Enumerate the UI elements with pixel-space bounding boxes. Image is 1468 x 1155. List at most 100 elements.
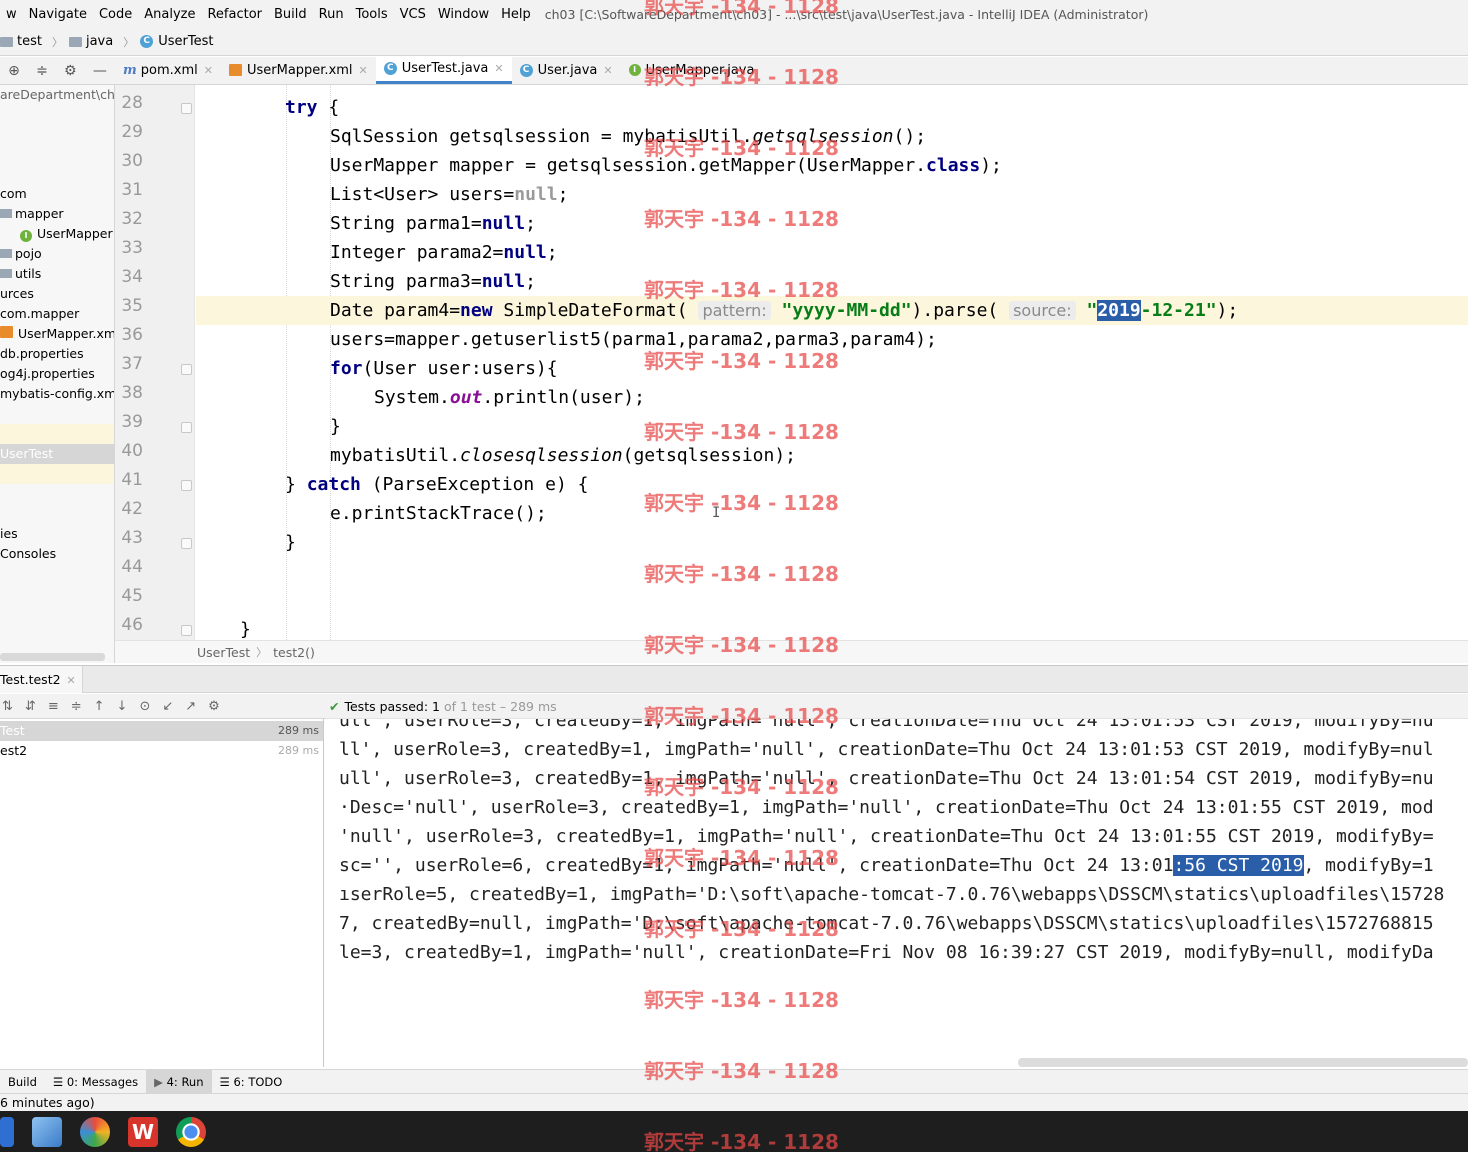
menu-window-partial[interactable]: w xyxy=(0,7,23,22)
import-icon[interactable]: ↙ xyxy=(162,699,173,714)
export-icon[interactable]: ↗ xyxy=(185,699,196,714)
tree-item-consoles[interactable]: Consoles xyxy=(0,544,56,564)
nav-crumb-usertest[interactable]: C UserTest xyxy=(140,34,213,49)
run-config-tab[interactable]: Test.test2 ✕ xyxy=(0,665,83,693)
breadcrumb-method[interactable]: test2() xyxy=(273,645,315,660)
tree-item-resources[interactable]: urces xyxy=(0,284,34,304)
wps-taskbar-icon[interactable]: W xyxy=(128,1116,158,1147)
line-number: 36 xyxy=(121,325,143,345)
nav-crumb-test[interactable]: test xyxy=(0,34,42,49)
nav-crumb-java[interactable]: java xyxy=(68,34,114,49)
tree-item-db-properties[interactable]: db.properties xyxy=(0,344,84,364)
tab-pom-xml[interactable]: m pom.xml ✕ xyxy=(115,57,221,84)
menu-run[interactable]: Run xyxy=(313,7,350,22)
code-editor[interactable]: try { SqlSession getsqlsession = mybatis… xyxy=(196,85,1468,640)
console-line: 'null', userRole=3, createdBy=1, imgPath… xyxy=(339,826,1434,847)
code-text: { xyxy=(317,97,340,118)
toolwindow-build[interactable]: Build xyxy=(0,1070,45,1094)
close-icon[interactable]: ✕ xyxy=(67,674,76,687)
tests-passed-count: 1 xyxy=(432,698,440,714)
menu-navigate[interactable]: Navigate xyxy=(23,7,93,22)
line-number: 43 xyxy=(121,528,143,548)
toolwindow-todo[interactable]: ☰ 6: TODO xyxy=(212,1070,291,1094)
sort-alpha-icon[interactable]: ⇅ xyxy=(2,699,13,714)
tree-item-com-mapper[interactable]: com.mapper xyxy=(0,304,79,324)
tree-item-blank[interactable] xyxy=(0,424,114,444)
tree-path: areDepartment\ch0 xyxy=(0,87,115,102)
tree-item-mybatis-config[interactable]: mybatis-config.xml xyxy=(0,384,114,404)
menu-window[interactable]: Window xyxy=(432,7,495,22)
close-icon[interactable]: ✕ xyxy=(204,64,213,77)
menu-help[interactable]: Help xyxy=(495,7,537,22)
tree-item-usertest[interactable]: UserTest xyxy=(0,444,114,464)
gear-icon[interactable]: ⚙ xyxy=(64,63,77,79)
tree-item-usermapper-xml[interactable]: UserMapper.xml xyxy=(0,324,114,344)
console-output[interactable]: ull', userRole=3, createdBy=1, imgPath='… xyxy=(325,719,1468,1059)
string-literal: -12-21" xyxy=(1140,300,1217,321)
nav-crumb-label: java xyxy=(85,34,114,49)
keyword: null xyxy=(481,271,526,292)
fold-marker-icon[interactable] xyxy=(181,538,192,549)
tab-usertest-java[interactable]: C UserTest.java ✕ xyxy=(375,57,512,84)
test-node-class[interactable]: Test 289 ms xyxy=(0,721,323,741)
nav-crumb-label: UserTest xyxy=(158,34,214,49)
arrow-down-icon[interactable]: ↓ xyxy=(117,699,128,714)
tree-scrollbar[interactable] xyxy=(0,653,105,661)
code-line-31: List<User> users=null; xyxy=(196,180,1468,209)
test-node-method[interactable]: est2 289 ms xyxy=(0,741,323,761)
text-cursor-icon: I xyxy=(712,505,721,521)
tree-item-mapper[interactable]: mapper xyxy=(0,204,64,224)
toolwindow-run[interactable]: ▶ 4: Run xyxy=(146,1069,212,1094)
collapse-all-icon[interactable]: ≑ xyxy=(71,699,82,714)
code-text: } xyxy=(330,416,341,437)
tab-user-java[interactable]: C User.java ✕ xyxy=(512,57,621,84)
flower-app-taskbar-icon[interactable] xyxy=(80,1116,110,1147)
gear-icon[interactable]: ⚙ xyxy=(208,699,220,714)
close-icon[interactable]: ✕ xyxy=(494,62,503,75)
expand-all-icon[interactable]: ≡ xyxy=(48,699,59,714)
tree-item-log4j-properties[interactable]: og4j.properties xyxy=(0,364,95,384)
fold-marker-icon[interactable] xyxy=(181,625,192,636)
menu-vcs[interactable]: VCS xyxy=(394,7,432,22)
fold-marker-icon[interactable] xyxy=(181,103,192,114)
tree-item-usermapper[interactable]: I UserMapper xyxy=(0,224,113,244)
test-node-label: Test xyxy=(0,723,25,738)
breadcrumb-class[interactable]: UserTest xyxy=(197,645,250,660)
tree-item-com[interactable]: com xyxy=(0,184,27,204)
fold-marker-icon[interactable] xyxy=(181,422,192,433)
app-taskbar-icon[interactable] xyxy=(32,1116,62,1147)
code-text: ; xyxy=(525,213,536,234)
sort-duration-icon[interactable]: ⇵ xyxy=(25,699,36,714)
collapse-all-icon[interactable]: ≑ xyxy=(36,63,48,79)
console-line: 7, createdBy=null, imgPath='D:\soft\apac… xyxy=(339,913,1434,934)
console-horizontal-scrollbar[interactable] xyxy=(1018,1058,1468,1067)
arrow-up-icon[interactable]: ↑ xyxy=(94,699,105,714)
close-icon[interactable]: ✕ xyxy=(603,64,612,77)
fold-marker-icon[interactable] xyxy=(181,364,192,375)
tab-usermapper-java[interactable]: I UserMapper.java xyxy=(621,57,763,84)
tree-item-utils[interactable]: utils xyxy=(0,264,41,284)
tree-item-label: UserMapper xyxy=(37,226,113,241)
string-literal: " xyxy=(1086,300,1098,321)
fold-marker-icon[interactable] xyxy=(181,480,192,491)
chrome-taskbar-icon[interactable] xyxy=(176,1116,206,1147)
globe-icon[interactable]: ⊕ xyxy=(8,63,20,79)
menu-build[interactable]: Build xyxy=(268,7,313,22)
menu-tools[interactable]: Tools xyxy=(350,7,394,22)
tree-item-blank-2[interactable] xyxy=(0,464,114,484)
code-text: List<User> users= xyxy=(330,184,515,205)
menu-analyze[interactable]: Analyze xyxy=(138,7,201,22)
tree-item-pojo[interactable]: pojo xyxy=(0,244,42,264)
toolwindow-messages[interactable]: ☰ 0: Messages xyxy=(45,1070,146,1094)
hide-icon[interactable]: — xyxy=(93,63,107,79)
menu-code[interactable]: Code xyxy=(93,7,138,22)
search-icon[interactable]: ⊙ xyxy=(139,699,150,714)
folder-icon xyxy=(0,209,12,218)
close-icon[interactable]: ✕ xyxy=(359,64,368,77)
intellij-taskbar-icon[interactable] xyxy=(0,1116,14,1147)
tree-item-libraries[interactable]: ies xyxy=(0,524,18,544)
tests-summary: of 1 test – 289 ms xyxy=(443,698,557,714)
tab-usermapper-xml[interactable]: UserMapper.xml ✕ xyxy=(221,57,376,84)
todo-icon: ☰ xyxy=(219,1074,234,1089)
menu-refactor[interactable]: Refactor xyxy=(201,7,268,22)
